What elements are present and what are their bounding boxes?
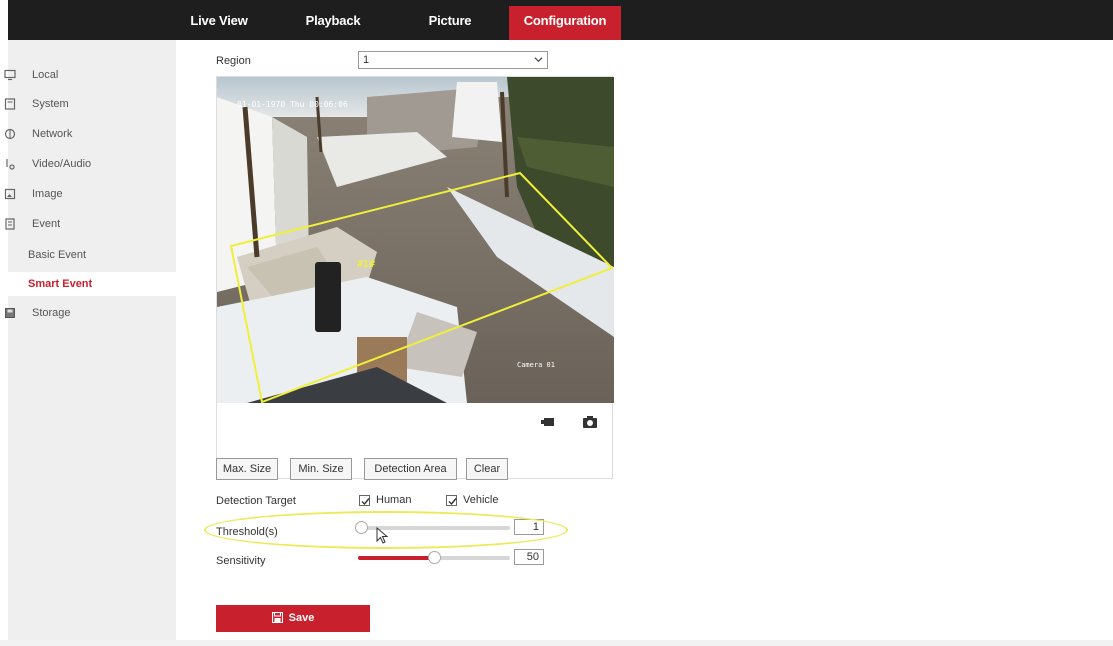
sidebar-item-label: Basic Event (28, 249, 87, 261)
region-select[interactable]: 1 (358, 51, 548, 69)
mouse-cursor-icon (376, 527, 389, 544)
sidebar-item-label: Video/Audio (32, 158, 92, 170)
monitor-icon (4, 69, 16, 81)
network-icon (4, 128, 16, 140)
video-preview-frame: 01-01-1970 Thu 00:06:06 #1# Camera 01 (216, 76, 614, 479)
storage-icon (5, 308, 15, 318)
sidebar-item-label: Network (32, 128, 73, 140)
sidebar-item-local[interactable]: Local (4, 63, 176, 87)
sensitivity-value-field[interactable]: 50 (514, 549, 544, 565)
region-label: Region (216, 55, 251, 67)
sidebar-item-label: Image (32, 188, 63, 200)
sidebar-item-label: Storage (32, 307, 71, 319)
sensitivity-slider[interactable] (358, 551, 510, 564)
sidebar-item-event[interactable]: Event (5, 212, 176, 236)
camera-scene: 01-01-1970 Thu 00:06:06 #1# Camera 01 (217, 77, 614, 403)
vehicle-checkbox[interactable] (446, 495, 457, 506)
human-checkbox-label: Human (376, 494, 412, 506)
sidebar-item-label: Local (32, 69, 59, 81)
sidebar-item-smart-event[interactable]: Smart Event (8, 272, 176, 296)
chevron-down-icon (534, 57, 543, 63)
save-button[interactable]: Save (216, 605, 370, 632)
event-icon (5, 218, 15, 230)
detection-area-button[interactable]: Detection Area (364, 458, 457, 480)
tab-playback[interactable]: Playback (298, 6, 368, 40)
system-icon (4, 98, 16, 110)
image-icon (4, 188, 16, 200)
tab-live-view[interactable]: Live View (185, 6, 253, 40)
sidebar-item-label: Smart Event (28, 278, 93, 290)
sidebar-item-image[interactable]: Image (4, 182, 176, 206)
region-select-value: 1 (363, 54, 370, 66)
sensitivity-label: Sensitivity (216, 555, 266, 567)
vehicle-checkbox-label: Vehicle (463, 494, 499, 506)
sidebar-item-basic-event[interactable]: Basic Event (8, 243, 176, 267)
camera-name-osd: Camera 01 (517, 361, 555, 369)
checkmark-icon (448, 498, 457, 506)
top-nav-bar: Live View Playback Picture Configuration (0, 0, 1113, 40)
clear-button[interactable]: Clear (466, 458, 508, 480)
max-size-button[interactable]: Max. Size (216, 458, 278, 480)
sidebar: Local System Network Video/Audio Image E… (4, 40, 176, 640)
record-clip-icon[interactable] (540, 415, 556, 429)
sidebar-item-video-audio[interactable]: Video/Audio (6, 152, 176, 176)
save-button-label: Save (288, 612, 315, 624)
camera-snapshot-icon[interactable] (582, 415, 598, 429)
smart-event-panel: Region 1 01-01-1970 Thu 00:06:06 #1# Cam… (176, 40, 1113, 640)
sidebar-item-storage[interactable]: Storage (5, 301, 176, 325)
top-nav-left-edge (0, 0, 8, 40)
sensitivity-slider-handle[interactable] (428, 551, 441, 564)
min-size-button[interactable]: Min. Size (290, 458, 352, 480)
tab-configuration[interactable]: Configuration (509, 6, 621, 40)
tab-picture[interactable]: Picture (420, 6, 480, 40)
checkmark-icon (361, 498, 370, 506)
sidebar-item-label: Event (32, 218, 61, 230)
detection-zone-label: #1# (357, 259, 375, 270)
threshold-label: Threshold(s) (216, 526, 278, 538)
human-checkbox[interactable] (359, 495, 370, 506)
floppy-disk-icon (271, 611, 283, 624)
detection-target-label: Detection Target (216, 495, 296, 507)
sidebar-item-system[interactable]: System (4, 92, 176, 116)
threshold-slider-handle[interactable] (355, 521, 368, 534)
camera-video-preview[interactable]: 01-01-1970 Thu 00:06:06 #1# Camera 01 (217, 77, 614, 403)
sidebar-item-network[interactable]: Network (4, 122, 176, 146)
osd-timestamp: 01-01-1970 Thu 00:06:06 (237, 100, 348, 109)
sidebar-item-label: System (32, 98, 69, 110)
page-bottom-strip (0, 640, 1113, 646)
threshold-value-field[interactable]: 1 (514, 519, 544, 535)
video-audio-icon (6, 159, 15, 170)
sensitivity-slider-fill (358, 556, 434, 560)
